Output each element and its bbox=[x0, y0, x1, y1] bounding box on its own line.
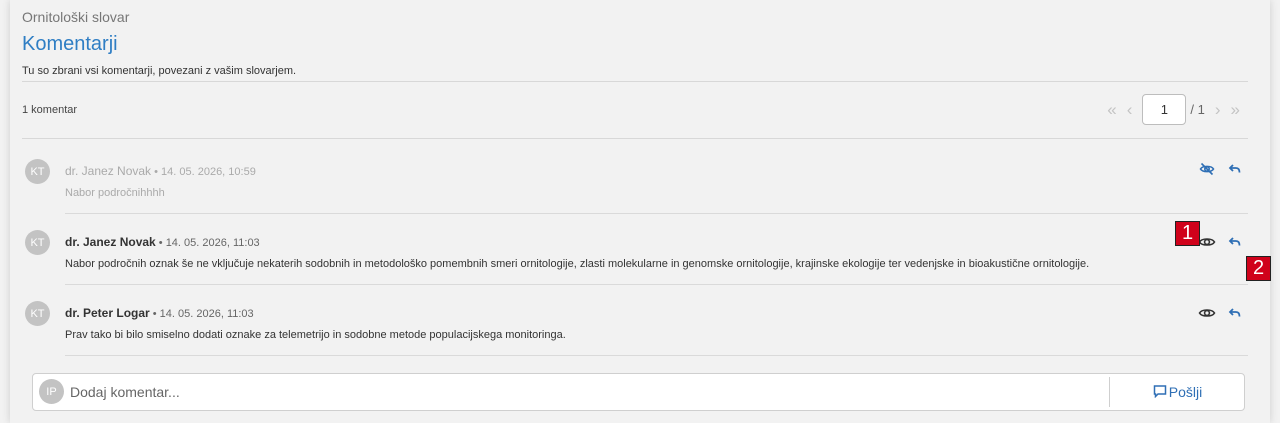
avatar: IP bbox=[39, 379, 64, 404]
avatar: KT bbox=[25, 159, 50, 184]
annotation-badge: 2 bbox=[1246, 256, 1271, 281]
page-title: Komentarji bbox=[22, 33, 118, 55]
divider bbox=[22, 81, 1248, 82]
double-chevron-left-icon[interactable]: « bbox=[1107, 101, 1116, 118]
comment-actions bbox=[1198, 160, 1244, 178]
comment-timestamp: • 14. 05. 2026, 11:03 bbox=[158, 237, 260, 249]
eye-icon[interactable] bbox=[1198, 304, 1216, 322]
send-label: Pošlji bbox=[1168, 384, 1203, 400]
comment-count: 1 komentar bbox=[22, 104, 78, 116]
pagination: « ‹ / 1 › » bbox=[1107, 94, 1240, 125]
divider bbox=[65, 355, 1248, 356]
comment-item: KT dr. Janez Novak • 14. 05. 2026, 11:03… bbox=[22, 214, 1248, 285]
page-number-input[interactable] bbox=[1142, 94, 1187, 125]
comment-input[interactable] bbox=[70, 378, 1100, 406]
chevron-right-icon[interactable]: › bbox=[1215, 101, 1221, 118]
divider bbox=[22, 138, 1248, 139]
comment-timestamp: • 14. 05. 2026, 10:59 bbox=[154, 166, 256, 178]
comment-text: Nabor področnih oznak še ne vključuje ne… bbox=[65, 258, 1090, 270]
comment-icon bbox=[1153, 384, 1167, 401]
comment-item: KT dr. Peter Logar • 14. 05. 2026, 11:03… bbox=[22, 285, 1248, 356]
comment-meta: dr. Peter Logar • 14. 05. 2026, 11:03 bbox=[65, 306, 254, 320]
send-button[interactable]: Pošlji bbox=[1110, 374, 1245, 410]
comment-meta: dr. Janez Novak • 14. 05. 2026, 10:59 bbox=[65, 164, 256, 178]
eye-slash-icon[interactable] bbox=[1198, 160, 1216, 178]
comment-timestamp: • 14. 05. 2026, 11:03 bbox=[152, 308, 254, 320]
comment-actions bbox=[1198, 304, 1244, 322]
double-chevron-right-icon[interactable]: » bbox=[1231, 101, 1240, 118]
reply-icon[interactable] bbox=[1226, 304, 1244, 322]
page-total: / 1 bbox=[1190, 102, 1205, 117]
eye-icon[interactable] bbox=[1198, 233, 1216, 251]
comment-composer: IP Pošlji bbox=[32, 373, 1245, 411]
comment-meta: dr. Janez Novak • 14. 05. 2026, 11:03 bbox=[65, 235, 260, 249]
chevron-left-icon[interactable]: ‹ bbox=[1127, 101, 1133, 118]
dictionary-name: Ornitološki slovar bbox=[22, 9, 130, 25]
reply-icon[interactable] bbox=[1226, 160, 1244, 178]
avatar: KT bbox=[25, 301, 50, 326]
comment-text: Nabor področnihhhh bbox=[65, 187, 165, 199]
reply-icon[interactable] bbox=[1226, 233, 1244, 251]
avatar: KT bbox=[25, 230, 50, 255]
comment-actions bbox=[1198, 233, 1244, 251]
comment-author: dr. Janez Novak bbox=[65, 164, 152, 178]
comment-author: dr. Janez Novak bbox=[65, 235, 156, 249]
comment-text: Prav tako bi bilo smiselno dodati oznake… bbox=[65, 329, 566, 341]
comment-author: dr. Peter Logar bbox=[65, 306, 150, 320]
comment-item: KT dr. Janez Novak • 14. 05. 2026, 10:59… bbox=[22, 143, 1248, 214]
page-subtitle: Tu so zbrani vsi komentarji, povezani z … bbox=[22, 65, 297, 77]
annotation-badge: 1 bbox=[1175, 221, 1200, 246]
